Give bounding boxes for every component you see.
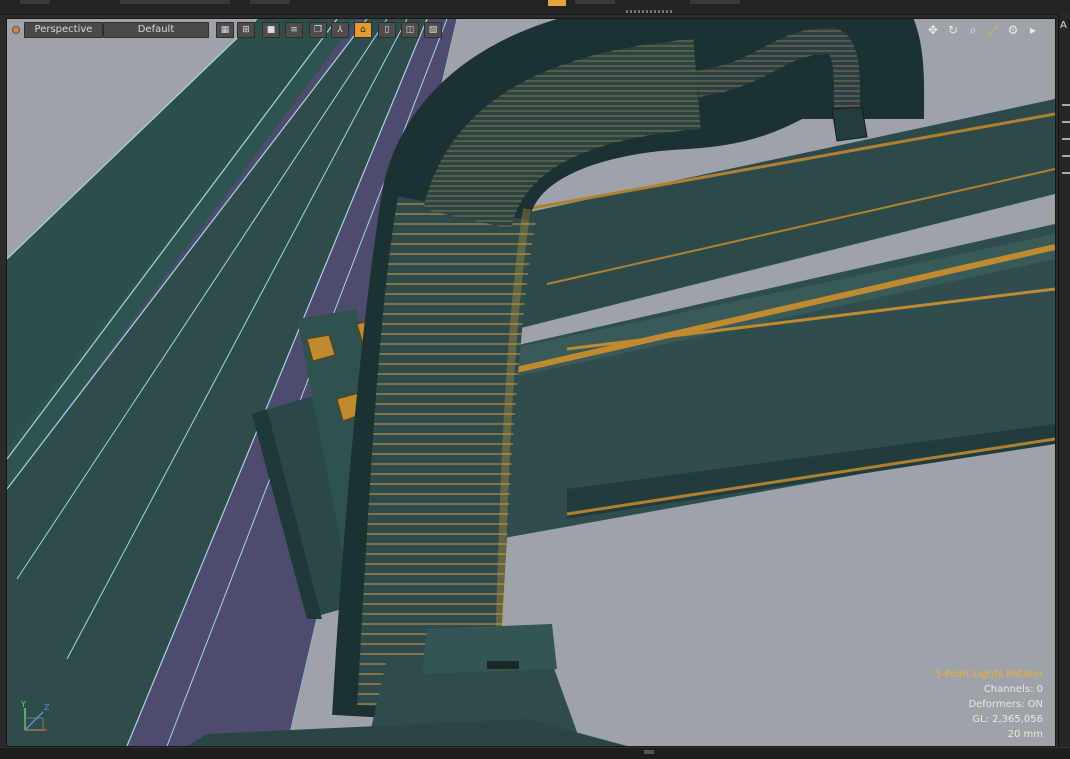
- duplicate-window-icon[interactable]: ❐: [309, 22, 327, 38]
- viewport-info-overlay: 3-Point Lights Rotator Channels: 0 Defor…: [935, 667, 1043, 742]
- viewport-options-icon[interactable]: [12, 26, 20, 34]
- checker-grid-icon[interactable]: ▦: [216, 22, 234, 38]
- panel-cap-label: A: [1060, 20, 1067, 31]
- top-app-strip: [0, 0, 1070, 15]
- shading-style-dropdown[interactable]: Default: [103, 22, 209, 38]
- move-view-icon[interactable]: ✥: [925, 22, 941, 38]
- tab-hint: [250, 0, 290, 4]
- settings-gear-icon[interactable]: ⚙: [1005, 22, 1021, 38]
- panel-ticks: [1062, 104, 1070, 189]
- zoom-view-icon[interactable]: ⌕: [965, 22, 981, 38]
- axes-triad-icon[interactable]: ⅄: [331, 22, 349, 38]
- panel-tick[interactable]: [1062, 155, 1070, 157]
- rotate-view-icon[interactable]: ↻: [945, 22, 961, 38]
- info-deformers: Deformers: ON: [968, 699, 1043, 710]
- panel-tick[interactable]: [1062, 172, 1070, 174]
- resize-knob[interactable]: [644, 750, 654, 754]
- scene-render: [7, 19, 1055, 746]
- tab-hint: [120, 0, 230, 4]
- info-title: 3-Point Lights Rotator: [934, 669, 1043, 680]
- quad-grid-icon[interactable]: ⊞: [237, 22, 255, 38]
- viewport-header: Perspective Default ▦ ⊞ ■ ≡ ❐ ⅄ ⌂ ▯ ◫ ▧ …: [7, 19, 1055, 41]
- expand-arrow-icon[interactable]: ▸: [1025, 22, 1041, 38]
- bracket-icon[interactable]: ◫: [401, 22, 419, 38]
- fit-view-icon[interactable]: ⤢: [985, 22, 1001, 38]
- 3d-viewport[interactable]: Perspective Default ▦ ⊞ ■ ≡ ❐ ⅄ ⌂ ▯ ◫ ▧ …: [6, 18, 1056, 747]
- wireframe-lines-icon[interactable]: ≡: [285, 22, 303, 38]
- panel-resize-grip[interactable]: [626, 10, 672, 13]
- view-mode-dropdown[interactable]: Perspective: [24, 22, 103, 38]
- info-grid-scale: 20 mm: [1007, 729, 1043, 740]
- center-target-icon[interactable]: ⌂: [354, 22, 372, 38]
- info-gl-count: GL: 2,365,056: [972, 714, 1043, 725]
- striped-box-icon[interactable]: ▧: [424, 22, 442, 38]
- panel-tick[interactable]: [1062, 138, 1070, 140]
- panel-tick[interactable]: [1062, 104, 1070, 106]
- tab-hint: [20, 0, 50, 4]
- gizmo-y-label: Y: [20, 700, 26, 709]
- bottom-app-strip: [0, 747, 1070, 759]
- backface-icon[interactable]: ▯: [378, 22, 396, 38]
- axis-gizmo: Y Z: [20, 700, 50, 731]
- active-layout-marker[interactable]: [548, 0, 566, 6]
- panel-tick[interactable]: [1062, 121, 1070, 123]
- tab-hint: [575, 0, 615, 4]
- gizmo-z-label: Z: [44, 703, 50, 712]
- solid-square-icon[interactable]: ■: [262, 22, 280, 38]
- tab-hint: [690, 0, 740, 4]
- view-navigation-icons: ✥ ↻ ⌕ ⤢ ⚙ ▸: [925, 22, 1041, 38]
- info-channels: Channels: 0: [983, 684, 1043, 695]
- right-side-panel: A: [1058, 14, 1070, 758]
